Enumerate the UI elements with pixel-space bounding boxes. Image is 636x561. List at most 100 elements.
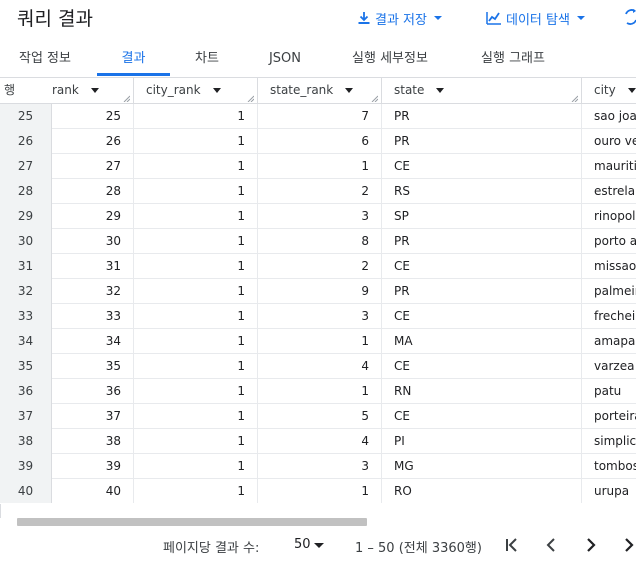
city-rank-cell: 1 (134, 229, 258, 254)
city-cell: rinopolis (582, 204, 636, 229)
table-row[interactable]: 36 36 1 1 RN patu (0, 379, 636, 404)
tab-json[interactable]: JSON (250, 40, 320, 78)
resize-handle-icon[interactable] (571, 95, 578, 102)
state-rank-cell: 8 (258, 229, 382, 254)
sort-menu-icon[interactable] (436, 88, 445, 93)
state-cell: PR (382, 229, 582, 254)
table-row[interactable]: 303018PRporto amazonas (0, 229, 636, 254)
rank-cell: 31 (52, 254, 134, 279)
table-row[interactable]: 373715CEporteiras (0, 404, 636, 429)
table-row[interactable]: 262616PRouro verde (0, 129, 636, 154)
column-header-state[interactable]: state (382, 78, 582, 104)
last-page-icon[interactable] (620, 535, 636, 555)
table-row[interactable]: 40 40 1 1 RO urupa (0, 479, 636, 503)
city-cell: simplicio mendes (582, 429, 636, 454)
sort-menu-icon[interactable] (627, 88, 636, 93)
row-number-cell: 32 (0, 279, 52, 304)
sort-menu-icon[interactable] (90, 88, 99, 93)
rank-cell: 26 (52, 129, 134, 154)
state-cell: RS (382, 179, 582, 204)
rank-cell: 29 (52, 204, 134, 229)
resize-handle-icon[interactable] (371, 95, 378, 102)
state-cell: CE (382, 404, 582, 429)
page-size-label: 페이지당 결과 수: (163, 541, 260, 556)
table-row[interactable]: 353514CEvarzea alegre (0, 354, 636, 379)
download-icon (357, 11, 371, 25)
city-rank-cell: 1 (134, 279, 258, 304)
table-header-row: 행 rank city_rank state_rank state city (0, 78, 636, 104)
state-rank-cell: 1 (258, 154, 382, 179)
state-rank-cell: 9 (258, 279, 382, 304)
state-cell: CE (382, 154, 582, 179)
table-row[interactable]: 27 27 1 1 CE mauriti (0, 154, 636, 179)
table-row[interactable]: 282812RSestrela velha (0, 179, 636, 204)
city-cell: frecheirinha (582, 304, 636, 329)
resize-handle-icon[interactable] (247, 95, 254, 102)
state-cell: RO (382, 479, 582, 503)
save-results-button[interactable]: 결과 저장 (357, 8, 443, 28)
state-rank-cell: 6 (258, 129, 382, 154)
results-tabs: 작업 정보 결과 차트 JSON 실행 세부정보 실행 그래프 (0, 40, 636, 78)
state-cell: PI (382, 429, 582, 454)
results-header: 쿼리 결과 결과 저장 데이터 탐색 (0, 0, 636, 40)
rank-cell: 36 (52, 379, 134, 404)
page-size-select[interactable]: 50 (294, 537, 311, 552)
sort-menu-icon[interactable] (345, 88, 354, 93)
rank-cell: 38 (52, 429, 134, 454)
state-cell: CE (382, 304, 582, 329)
rank-cell: 28 (52, 179, 134, 204)
refresh-icon[interactable] (624, 8, 636, 30)
state-rank-cell: 1 (258, 479, 382, 503)
column-header-row: 행 (0, 78, 52, 104)
tab-execution-graph[interactable]: 실행 그래프 (465, 40, 561, 78)
column-header-rank[interactable]: rank (52, 78, 134, 104)
sort-menu-icon[interactable] (212, 88, 221, 93)
resize-handle-icon[interactable] (123, 95, 130, 102)
table-row[interactable]: 252517PRsao joao (0, 104, 636, 129)
rank-cell: 39 (52, 454, 134, 479)
table-row[interactable]: 383814PIsimplicio mendes (0, 429, 636, 454)
chevron-down-icon[interactable] (314, 543, 324, 548)
table-row[interactable]: 333313CEfrecheirinha (0, 304, 636, 329)
table-row[interactable]: 292913SPrinopolis (0, 204, 636, 229)
next-page-icon[interactable] (581, 535, 601, 555)
tab-job-info[interactable]: 작업 정보 (0, 40, 90, 78)
row-number-cell: 27 (0, 154, 52, 179)
first-page-icon[interactable] (502, 535, 522, 555)
row-number-cell: 38 (0, 429, 52, 454)
row-number-cell: 25 (0, 104, 52, 129)
rank-cell: 33 (52, 304, 134, 329)
state-rank-cell: 2 (258, 179, 382, 204)
horizontal-scrollbar[interactable] (17, 518, 367, 526)
table-row[interactable]: 343411MAamapa do maranhao (0, 329, 636, 354)
rank-cell: 30 (52, 229, 134, 254)
state-rank-cell: 5 (258, 404, 382, 429)
table-row[interactable]: 323219PRpalmeira (0, 279, 636, 304)
explore-data-button[interactable]: 데이터 탐색 (486, 8, 586, 28)
table-corner (0, 504, 6, 518)
chart-icon (486, 11, 502, 25)
city-rank-cell: 1 (134, 429, 258, 454)
city-rank-cell: 1 (134, 304, 258, 329)
state-cell: CE (382, 254, 582, 279)
city-rank-cell: 1 (134, 354, 258, 379)
column-header-label: state (394, 83, 425, 97)
page-range-text: 1 – 50 (전체 3360행) (355, 541, 482, 556)
state-rank-cell: 3 (258, 204, 382, 229)
column-header-city-rank[interactable]: city_rank (134, 78, 258, 104)
state-cell: PR (382, 104, 582, 129)
row-number-cell: 28 (0, 179, 52, 204)
tab-chart[interactable]: 차트 (175, 40, 239, 78)
column-header-state-rank[interactable]: state_rank (258, 78, 382, 104)
column-header-city[interactable]: city (582, 78, 636, 104)
tab-execution-details[interactable]: 실행 세부정보 (335, 40, 445, 78)
previous-page-icon[interactable] (541, 535, 561, 555)
column-header-label: state_rank (270, 83, 334, 97)
row-number-cell: 29 (0, 204, 52, 229)
city-rank-cell: 1 (134, 154, 258, 179)
state-rank-cell: 3 (258, 304, 382, 329)
row-number-cell: 35 (0, 354, 52, 379)
city-rank-cell: 1 (134, 204, 258, 229)
table-row[interactable]: 39 39 1 3 MG tombos (0, 454, 636, 479)
table-row[interactable]: 313112CEmissao velha (0, 254, 636, 279)
